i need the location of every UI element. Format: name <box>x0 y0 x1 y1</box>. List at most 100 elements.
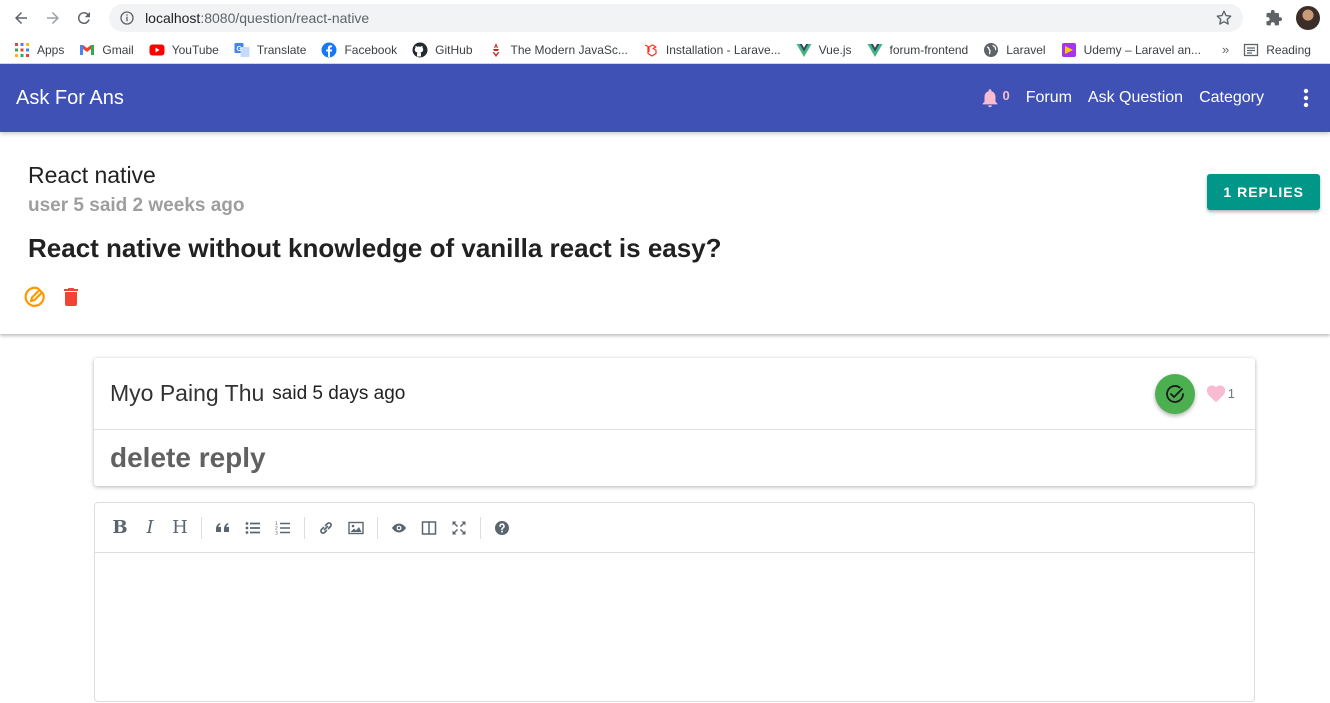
toolbar-divider <box>377 516 378 539</box>
fullscreen-icon <box>452 521 466 534</box>
fullscreen-button[interactable] <box>444 513 474 543</box>
address-bar[interactable]: localhost:8080/question/react-native <box>109 4 1243 32</box>
svg-text:G: G <box>236 46 242 53</box>
bookmark-label: forum-frontend <box>889 42 969 57</box>
laravel-icon <box>643 42 659 58</box>
more-menu-button[interactable] <box>1294 86 1318 110</box>
url-host: localhost <box>145 10 201 26</box>
bookmark-label: The Modern JavaSc... <box>510 42 628 57</box>
svg-text:3: 3 <box>275 530 278 536</box>
profile-avatar[interactable] <box>1296 6 1321 30</box>
nav-ask-question[interactable]: Ask Question <box>1088 89 1183 107</box>
reply-author: Myo Paing Thu <box>110 380 265 406</box>
delete-question-button[interactable] <box>58 284 84 310</box>
notifications-button[interactable]: 0 <box>979 87 1010 109</box>
bookmark-laravel-install[interactable]: Installation - Larave... <box>643 42 781 58</box>
italic-button[interactable]: I <box>135 513 165 543</box>
quote-icon <box>216 522 229 532</box>
accept-answer-button[interactable] <box>1154 373 1195 414</box>
link-button[interactable] <box>311 513 341 543</box>
bookmarks-more-button[interactable]: » <box>1222 42 1229 57</box>
reply-editor: B I H 123 <box>94 502 1255 702</box>
editor-text-area[interactable] <box>95 553 1254 703</box>
nav-forum[interactable]: Forum <box>1026 89 1072 107</box>
bookmark-vuejs[interactable]: Vue.js <box>796 42 852 58</box>
reload-button[interactable] <box>73 7 95 29</box>
like-count: 1 <box>1227 386 1235 401</box>
bookmark-modern-js[interactable]: The Modern JavaSc... <box>488 42 628 58</box>
quote-button[interactable] <box>208 513 238 543</box>
bookmark-forum-frontend[interactable]: forum-frontend <box>867 42 969 58</box>
modern-js-icon <box>488 42 504 58</box>
bookmark-label: GitHub <box>435 42 473 57</box>
info-icon <box>120 11 134 25</box>
extensions-icon[interactable] <box>1265 9 1283 27</box>
bold-button[interactable]: B <box>105 513 135 543</box>
image-icon <box>348 521 364 534</box>
edit-circle-icon <box>24 286 45 307</box>
app-title[interactable]: Ask For Ans <box>16 87 124 110</box>
app-toolbar: Ask For Ans 0 Forum Ask Question Categor… <box>0 64 1330 132</box>
toolbar-divider <box>480 516 481 539</box>
toolbar-divider <box>304 516 305 539</box>
bookmark-github[interactable]: GitHub <box>412 42 473 58</box>
notification-count: 0 <box>1002 87 1010 103</box>
vue-icon <box>796 42 812 58</box>
toolbar-divider <box>201 516 202 539</box>
apps-grid-icon <box>14 42 30 58</box>
star-icon[interactable] <box>1215 9 1233 27</box>
question-body: React native without knowledge of vanill… <box>28 233 722 263</box>
guide-button[interactable] <box>487 513 517 543</box>
globe-icon <box>983 42 999 58</box>
link-icon <box>320 521 332 534</box>
arrow-left-icon <box>14 12 27 24</box>
facebook-icon <box>321 42 337 58</box>
replies-count-button[interactable]: 1 REPLIES <box>1207 174 1320 210</box>
forward-button[interactable] <box>42 7 64 29</box>
trash-icon <box>64 288 78 306</box>
reading-list-button[interactable]: Reading <box>1243 42 1311 58</box>
back-button[interactable] <box>10 7 32 29</box>
browser-toolbar: localhost:8080/question/react-native <box>0 0 1330 36</box>
nav-category[interactable]: Category <box>1199 89 1264 107</box>
ordered-list-button[interactable]: 123 <box>268 513 298 543</box>
reply-timestamp: said 5 days ago <box>272 382 406 404</box>
reading-list-label: Reading <box>1266 42 1311 57</box>
bookmark-label: Apps <box>37 42 65 57</box>
bookmark-laravel[interactable]: Laravel <box>983 42 1046 58</box>
unordered-list-button[interactable] <box>238 513 268 543</box>
edit-question-button[interactable] <box>22 284 48 310</box>
question-card: React native user 5 said 2 weeks ago Rea… <box>0 132 1330 334</box>
bookmark-apps[interactable]: Apps <box>14 42 64 58</box>
bookmark-youtube[interactable]: YouTube <box>149 42 219 58</box>
bookmark-label: YouTube <box>171 42 219 57</box>
eye-icon <box>392 523 406 532</box>
like-button[interactable]: 1 <box>1205 383 1235 405</box>
reply-card: Myo Paing Thu said 5 days ago 1 delete r… <box>94 358 1255 486</box>
bookmark-label: Translate <box>256 42 307 57</box>
bell-icon <box>983 89 998 108</box>
bookmark-udemy[interactable]: Udemy – Laravel an... <box>1061 42 1201 58</box>
reply-body: delete reply <box>110 442 266 473</box>
list-bullet-icon <box>245 521 260 534</box>
bookmark-facebook[interactable]: Facebook <box>321 42 397 58</box>
check-circle-icon <box>1165 384 1184 403</box>
bookmark-translate[interactable]: G Translate <box>234 42 307 58</box>
youtube-icon <box>149 42 165 58</box>
question-title: React native <box>28 162 156 188</box>
vue-icon <box>867 42 883 58</box>
bookmark-gmail[interactable]: Gmail <box>79 42 134 58</box>
image-button[interactable] <box>341 513 371 543</box>
heading-button[interactable]: H <box>165 513 195 543</box>
question-meta: user 5 said 2 weeks ago <box>28 195 245 216</box>
arrow-right-icon <box>46 12 59 24</box>
side-by-side-button[interactable] <box>414 513 444 543</box>
bookmark-label: Gmail <box>102 42 134 57</box>
github-icon <box>412 42 428 58</box>
columns-icon <box>421 520 437 535</box>
udemy-icon <box>1061 42 1077 58</box>
heart-icon <box>1206 384 1225 402</box>
bookmarks-bar: Apps Gmail YouTube G Translate Facebook … <box>0 36 1330 64</box>
bookmark-label: Vue.js <box>818 42 852 57</box>
preview-button[interactable] <box>384 513 414 543</box>
